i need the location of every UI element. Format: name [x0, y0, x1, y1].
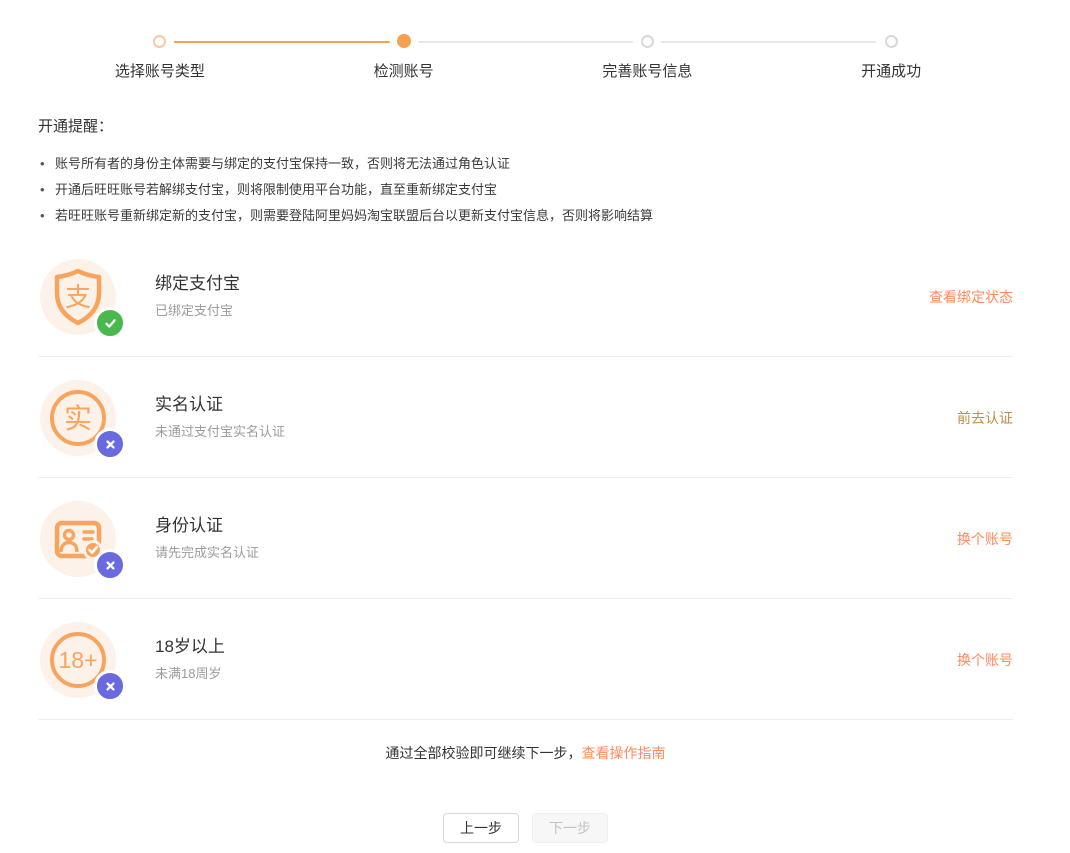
step-dot-pending: [641, 35, 654, 48]
id-card-icon: [40, 501, 116, 577]
notice-title: 开通提醒：: [38, 115, 1013, 136]
check-subtitle: 未满18周岁: [155, 663, 221, 682]
realname-icon: 实: [40, 380, 116, 456]
step-label: 开通成功: [861, 60, 921, 81]
step-success: 开通成功: [769, 35, 1013, 81]
step-check-account: 检测账号: [282, 35, 526, 81]
notice-item: 账号所有者的身份主体需要与绑定的支付宝保持一致，否则将无法通过角色认证: [38, 151, 1013, 177]
check-subtitle: 已绑定支付宝: [155, 300, 233, 319]
check-title: 绑定支付宝: [155, 269, 240, 294]
check-item-realname: 实 实名认证 未通过支付宝实名认证 前去认证: [38, 380, 1013, 478]
main-content: 选择账号类型 检测账号 完善账号信息 开通成功 开通提醒： 账号所有者的身份主体…: [38, 0, 1013, 843]
alipay-glyph: 支: [65, 282, 91, 312]
alipay-shield-icon: 支: [40, 259, 116, 335]
check-item-identity: 身份认证 请先完成实名认证 换个账号: [38, 501, 1013, 599]
wizard-button-row: 上一步 下一步: [38, 813, 1013, 843]
step-label: 检测账号: [374, 60, 434, 81]
check-subtitle: 未通过支付宝实名认证: [155, 421, 285, 440]
footer-note-text: 通过全部校验即可继续下一步，: [386, 745, 582, 761]
open-reminder-notice: 开通提醒： 账号所有者的身份主体需要与绑定的支付宝保持一致，否则将无法通过角色认…: [38, 115, 1013, 229]
step-complete-info: 完善账号信息: [526, 35, 770, 81]
realname-glyph: 实: [64, 403, 92, 434]
check-title: 身份认证: [155, 511, 223, 536]
footer-note: 通过全部校验即可继续下一步，查看操作指南: [38, 743, 1013, 763]
notice-item: 开通后旺旺账号若解绑支付宝，则将限制使用平台功能，直至重新绑定支付宝: [38, 177, 1013, 203]
change-account-link[interactable]: 换个账号: [957, 650, 1013, 670]
status-fail-badge: [94, 428, 126, 460]
check-title: 18岁以上: [155, 632, 225, 657]
operation-guide-link[interactable]: 查看操作指南: [582, 745, 666, 761]
step-select-account-type: 选择账号类型: [38, 35, 282, 81]
step-dot-active: [397, 34, 411, 48]
step-label: 选择账号类型: [115, 60, 205, 81]
age-glyph: 18+: [58, 647, 97, 673]
step-dot-pending: [885, 35, 898, 48]
age-18-plus-icon: 18+: [40, 622, 116, 698]
step-label: 完善账号信息: [602, 60, 692, 81]
account-check-list: 支 绑定支付宝 已绑定支付宝 查看绑定状态 实: [38, 259, 1013, 720]
status-pass-badge: [94, 307, 126, 339]
notice-list: 账号所有者的身份主体需要与绑定的支付宝保持一致，否则将无法通过角色认证 开通后旺…: [38, 151, 1013, 229]
change-account-link[interactable]: 换个账号: [957, 529, 1013, 549]
status-fail-badge: [94, 549, 126, 581]
check-item-bind-alipay: 支 绑定支付宝 已绑定支付宝 查看绑定状态: [38, 259, 1013, 357]
check-title: 实名认证: [155, 390, 223, 415]
step-dot-done: [153, 35, 166, 48]
notice-item: 若旺旺账号重新绑定新的支付宝，则需要登陆阿里妈妈淘宝联盟后台以更新支付宝信息，否…: [38, 203, 1013, 229]
wizard-stepper: 选择账号类型 检测账号 完善账号信息 开通成功: [38, 35, 1013, 81]
view-binding-status-link[interactable]: 查看绑定状态: [929, 287, 1013, 307]
prev-step-button[interactable]: 上一步: [443, 813, 519, 843]
next-step-button[interactable]: 下一步: [532, 813, 608, 843]
status-fail-badge: [94, 670, 126, 702]
check-item-age-18: 18+ 18岁以上 未满18周岁 换个账号: [38, 622, 1013, 720]
go-verify-link[interactable]: 前去认证: [957, 408, 1013, 428]
check-subtitle: 请先完成实名认证: [155, 542, 259, 561]
